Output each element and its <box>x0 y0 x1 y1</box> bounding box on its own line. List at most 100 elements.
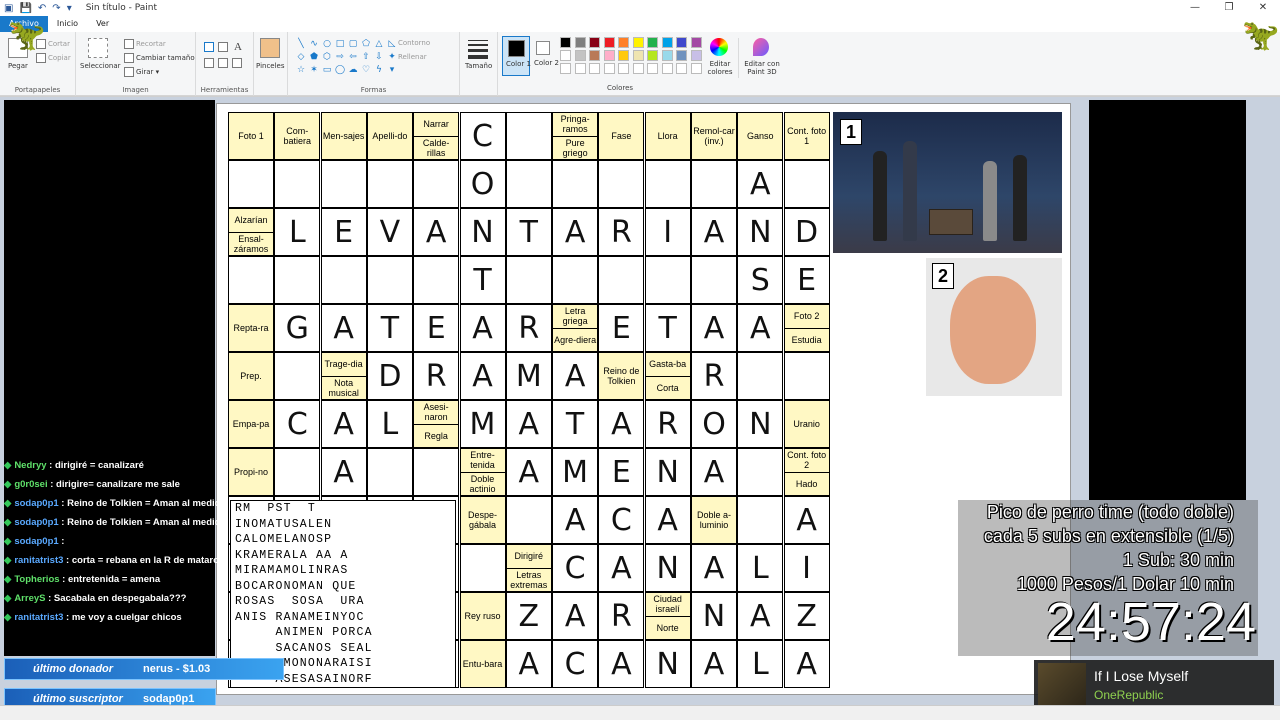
empty-cell[interactable] <box>691 160 737 208</box>
empty-cell[interactable] <box>598 256 645 304</box>
answer-cell[interactable]: A <box>552 352 599 400</box>
close-button[interactable]: ✕ <box>1246 0 1280 16</box>
answer-cell[interactable]: R <box>505 304 552 352</box>
group-pinceles[interactable]: Pinceles <box>254 32 288 96</box>
palette-swatch-empty[interactable] <box>560 63 571 74</box>
chat-username[interactable]: ranitatrist3 <box>14 612 63 623</box>
answer-cell[interactable]: L <box>274 208 321 256</box>
palette-swatch[interactable] <box>603 37 615 48</box>
palette-swatch[interactable] <box>560 37 571 48</box>
answer-cell[interactable]: O <box>459 160 506 208</box>
customize-qat-icon[interactable]: ▾ <box>67 3 72 14</box>
empty-cell[interactable] <box>737 448 784 496</box>
answer-cell[interactable]: A <box>691 208 737 256</box>
answer-cell[interactable]: A <box>737 592 784 640</box>
color-picker-icon[interactable] <box>218 58 228 68</box>
fill-button[interactable]: Rellenar <box>398 53 427 61</box>
paste-button[interactable]: Pegar <box>8 62 28 70</box>
answer-cell[interactable]: I <box>644 208 691 256</box>
group-tamano[interactable]: Tamaño <box>460 32 498 96</box>
answer-cell[interactable]: C <box>459 112 506 160</box>
empty-cell[interactable] <box>320 160 367 208</box>
minimize-button[interactable]: — <box>1178 0 1212 16</box>
answer-cell[interactable]: A <box>691 304 737 352</box>
answer-cell[interactable]: A <box>644 496 691 544</box>
answer-cell[interactable]: A <box>783 496 830 544</box>
empty-cell[interactable] <box>274 352 321 400</box>
fill-icon[interactable] <box>218 42 228 52</box>
edit-colors-button[interactable]: Editar colores <box>704 38 733 78</box>
answer-cell[interactable]: C <box>274 400 321 448</box>
palette-swatch[interactable] <box>661 50 673 61</box>
answer-cell[interactable]: T <box>459 256 506 304</box>
palette-swatch-empty[interactable] <box>618 63 629 74</box>
select-icon[interactable] <box>88 38 108 58</box>
rotate-button[interactable]: Girar ▾ <box>124 67 159 77</box>
chat-username[interactable]: ArreyS <box>14 593 45 604</box>
palette-swatch[interactable] <box>589 37 600 48</box>
answer-cell[interactable]: E <box>783 256 830 304</box>
answer-cell[interactable]: E <box>320 208 367 256</box>
save-icon[interactable]: 💾 <box>19 3 31 14</box>
empty-cell[interactable] <box>274 448 321 496</box>
palette-swatch[interactable] <box>574 50 586 61</box>
palette-swatch[interactable] <box>632 50 644 61</box>
answer-cell[interactable]: E <box>413 304 460 352</box>
copy-button[interactable]: Copiar <box>36 53 71 63</box>
answer-cell[interactable]: N <box>737 208 784 256</box>
size-lines-icon[interactable] <box>468 40 488 59</box>
paint3d-button[interactable]: Editar con Paint 3D <box>738 38 782 78</box>
palette-swatch-empty[interactable] <box>690 63 702 74</box>
answer-cell[interactable]: R <box>598 208 645 256</box>
answer-cell[interactable]: A <box>552 208 599 256</box>
chat-username[interactable]: Nedryy <box>14 460 46 471</box>
empty-cell[interactable] <box>274 160 321 208</box>
answer-cell[interactable]: A <box>459 352 506 400</box>
empty-cell[interactable] <box>320 256 367 304</box>
answer-cell[interactable]: M <box>505 352 552 400</box>
empty-cell[interactable] <box>228 256 274 304</box>
palette-swatch-empty[interactable] <box>589 63 600 74</box>
answer-cell[interactable]: T <box>505 208 552 256</box>
answer-cell[interactable]: N <box>644 640 691 688</box>
answer-cell[interactable]: S <box>737 256 784 304</box>
chat-username[interactable]: ranitatrist3 <box>14 555 63 566</box>
resize-button[interactable]: Cambiar tamaño <box>124 53 195 63</box>
empty-cell[interactable] <box>274 256 321 304</box>
empty-cell[interactable] <box>505 112 552 160</box>
undo-icon[interactable]: ↶ <box>38 3 46 14</box>
palette-swatch[interactable] <box>690 50 702 61</box>
answer-cell[interactable]: L <box>737 640 784 688</box>
answer-cell[interactable]: R <box>644 400 691 448</box>
empty-cell[interactable] <box>783 160 830 208</box>
answer-cell[interactable]: M <box>552 448 599 496</box>
brush-icon[interactable] <box>260 38 280 58</box>
empty-cell[interactable] <box>505 160 552 208</box>
answer-cell[interactable]: T <box>644 304 691 352</box>
answer-cell[interactable]: N <box>737 400 784 448</box>
select-button[interactable]: Seleccionar <box>80 62 121 70</box>
answer-cell[interactable]: E <box>598 448 645 496</box>
palette-swatch[interactable] <box>647 50 658 61</box>
tab-inicio[interactable]: Inicio <box>48 16 87 32</box>
empty-cell[interactable] <box>505 256 552 304</box>
answer-cell[interactable]: A <box>320 448 367 496</box>
empty-cell[interactable] <box>413 448 460 496</box>
answer-cell[interactable]: C <box>552 640 599 688</box>
answer-cell[interactable]: A <box>737 304 784 352</box>
palette-swatch[interactable] <box>632 37 644 48</box>
shapes-gallery[interactable]: ╲ ∿ ○ □ ▢ ⬠ △ ◺ ◇ ⬟ ⬡ ⇨ ⇦ ⇧ ⇩ ✦ ☆ ✶ ▭ ◯ ☁ ♡ ϟ ▾ <box>295 38 396 76</box>
empty-cell[interactable] <box>413 256 460 304</box>
palette-swatch[interactable] <box>647 37 658 48</box>
palette-swatch[interactable] <box>661 37 673 48</box>
palette-swatch[interactable] <box>589 50 600 61</box>
empty-cell[interactable] <box>691 256 737 304</box>
answer-cell[interactable]: Z <box>505 592 552 640</box>
answer-cell[interactable]: T <box>552 400 599 448</box>
answer-cell[interactable]: O <box>691 400 737 448</box>
chat-username[interactable]: sodap0p1 <box>14 498 58 509</box>
empty-cell[interactable] <box>644 256 691 304</box>
redo-icon[interactable]: ↷ <box>52 3 60 14</box>
empty-cell[interactable] <box>598 160 645 208</box>
answer-cell[interactable]: Z <box>783 592 830 640</box>
